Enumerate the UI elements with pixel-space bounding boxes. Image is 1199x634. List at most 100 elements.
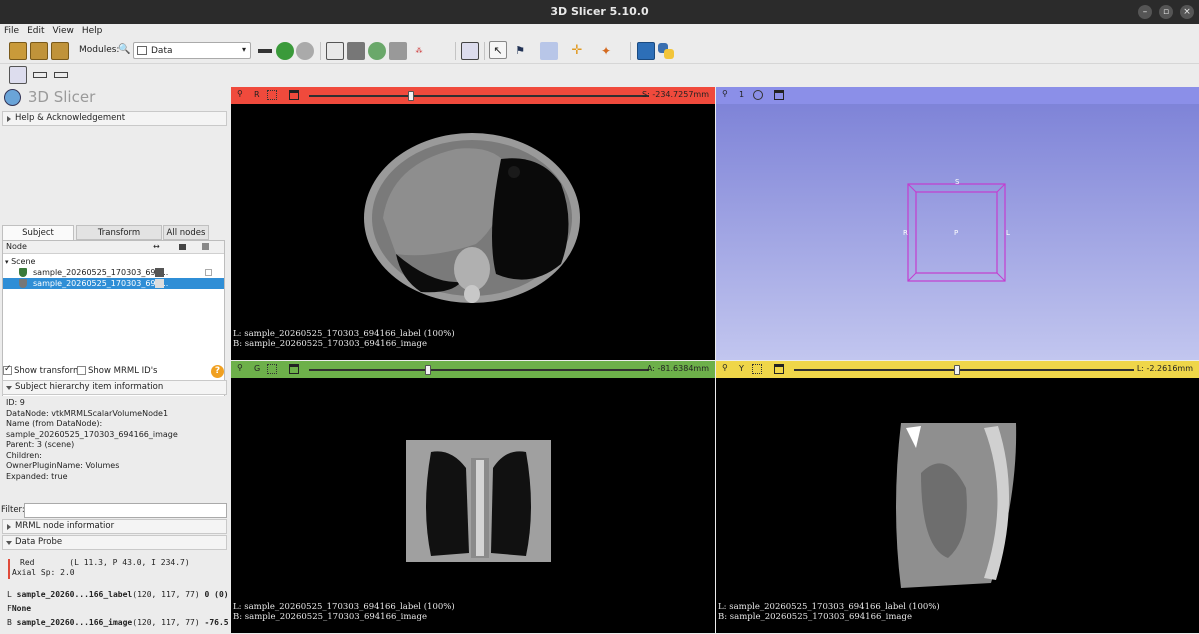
module-search-icon[interactable]: 🔍: [118, 44, 130, 55]
close-button[interactable]: ×: [1180, 5, 1194, 19]
3d-view[interactable]: ⚲ 1 S R P L: [716, 87, 1199, 360]
show-transforms-option[interactable]: Show transforms: [3, 364, 86, 376]
green-slice-view[interactable]: ⚲ G A: -81.6384mm L: sample_20260525_170…: [231, 361, 715, 633]
filter-input[interactable]: [24, 503, 227, 518]
tab-transform-hierarchy[interactable]: Transform hierarchy: [76, 225, 162, 252]
menu-help[interactable]: Help: [78, 24, 107, 38]
probe-view-row: Red (L 11.3, P 43.0, I 234.7): [20, 558, 190, 567]
subject-hierarchy-info-section[interactable]: Subject hierarchy item information: [2, 380, 227, 395]
view-label: Y: [739, 364, 744, 373]
probe-row-foreground: FNone: [7, 604, 31, 613]
probe-layer-name: sample_20260...166_label: [16, 590, 133, 599]
pointer-icon[interactable]: ↖: [489, 41, 507, 59]
menu-bar: File Edit View Help: [0, 24, 1199, 38]
tree-scene-row[interactable]: ▾ Scene: [3, 256, 224, 267]
tree-row-label-volume[interactable]: sample_20260525_170303_694...: [3, 267, 224, 278]
module-selector[interactable]: Data ▾: [133, 42, 251, 59]
segment-editor-icon[interactable]: [430, 42, 448, 60]
pin-icon[interactable]: ⚲: [237, 363, 247, 373]
tab-subject-hierarchy[interactable]: Subject hierarchy: [2, 225, 74, 252]
green-view-controller: ⚲ G A: -81.6384mm: [231, 361, 715, 378]
back-arrow-icon[interactable]: [276, 42, 294, 60]
view-link-icon[interactable]: [31, 66, 49, 84]
extensions-icon[interactable]: [637, 42, 655, 60]
models-icon[interactable]: [368, 42, 386, 60]
markups-icon[interactable]: ⁂: [410, 42, 428, 60]
minimize-button[interactable]: –: [1138, 5, 1152, 19]
help-icon[interactable]: ?: [211, 365, 224, 378]
eye-icon[interactable]: [155, 279, 164, 288]
show-mrml-ids-checkbox[interactable]: [77, 366, 86, 375]
volume-icon: [19, 279, 27, 288]
chevron-down-icon: ▾: [241, 45, 246, 54]
info-line: Parent: 3 (scene): [6, 440, 75, 449]
crosshair-view-icon[interactable]: [540, 42, 558, 60]
forward-arrow-icon[interactable]: [296, 42, 314, 60]
slicer-logo-text: 3D Slicer: [27, 88, 96, 106]
filter-label: Filter:: [1, 505, 25, 515]
tab-all-nodes[interactable]: All nodes: [163, 225, 209, 240]
visibility-column-icon: [179, 244, 186, 250]
python-icon[interactable]: [657, 42, 675, 60]
maximize-view-icon[interactable]: [774, 90, 784, 100]
menu-edit[interactable]: Edit: [23, 24, 48, 38]
pin-icon[interactable]: ⚲: [237, 89, 247, 99]
pin-icon[interactable]: ⚲: [722, 363, 732, 373]
view-label: G: [254, 364, 261, 373]
menu-view[interactable]: View: [49, 24, 78, 38]
yellow-slice-view[interactable]: ⚲ Y L: -2.2616mm L: sample_20260525_1703…: [716, 361, 1199, 633]
coronal-ct-image: [406, 440, 551, 562]
slice-offset-value: A: -81.6384mm: [646, 364, 709, 373]
slice-offset-slider[interactable]: [794, 365, 1134, 375]
slider-handle[interactable]: [408, 91, 414, 101]
save-icon[interactable]: [51, 42, 69, 60]
red-slice-view[interactable]: ⚲ R S: -234.7257mm L: sample_20260525_17…: [231, 87, 715, 360]
data-list-icon[interactable]: [326, 42, 344, 60]
menu-file[interactable]: File: [0, 24, 23, 38]
tree-row-image-volume[interactable]: sample_20260525_170303_694...: [3, 278, 224, 289]
label-layer-annotation: L: sample_20260525_170303_694166_label (…: [233, 602, 455, 612]
slice-offset-slider[interactable]: [309, 91, 649, 101]
load-data-icon[interactable]: [9, 42, 27, 60]
link-icon[interactable]: [752, 364, 762, 374]
slider-handle[interactable]: [425, 365, 431, 375]
load-dicom-icon[interactable]: [30, 42, 48, 60]
help-acknowledgement-section[interactable]: Help & Acknowledgement: [2, 111, 227, 126]
link-icon[interactable]: [267, 90, 277, 100]
module-selector-value: Data: [151, 46, 173, 56]
module-history-icon[interactable]: [256, 42, 274, 60]
probe-spacing: Axial Sp: 2.0: [12, 568, 75, 577]
maximize-view-icon[interactable]: [289, 90, 299, 100]
link-icon[interactable]: [267, 364, 277, 374]
window-title: 3D Slicer 5.10.0: [550, 5, 649, 18]
screenshot-icon[interactable]: [9, 66, 27, 84]
secondary-toolbar: [0, 64, 1199, 86]
slicer-logo-icon: [4, 88, 21, 106]
mrml-node-info-section[interactable]: MRML node informatior: [2, 519, 227, 534]
volumes-cube-icon[interactable]: [347, 42, 365, 60]
slice-offset-slider[interactable]: [309, 365, 649, 375]
layout-icon[interactable]: [461, 42, 479, 60]
maximize-button[interactable]: ▫: [1159, 5, 1173, 19]
maximize-view-icon[interactable]: [774, 364, 784, 374]
center-view-icon[interactable]: [753, 90, 763, 100]
show-transforms-checkbox[interactable]: [3, 364, 12, 375]
maximize-view-icon[interactable]: [289, 364, 299, 374]
crosshair-icon[interactable]: ✛: [568, 42, 586, 60]
data-probe-section[interactable]: Data Probe: [2, 535, 227, 550]
eye-icon[interactable]: [155, 268, 164, 277]
filter-row: Filter:: [0, 502, 230, 520]
info-line: DataNode: vtkMRMLScalarVolumeNode1: [6, 408, 169, 418]
view-label: 1: [739, 90, 745, 99]
transforms-icon[interactable]: [389, 42, 407, 60]
window-level-icon[interactable]: ⚑: [511, 42, 529, 60]
slider-handle[interactable]: [954, 365, 961, 375]
orientation-s: S: [955, 178, 960, 186]
show-mrml-ids-option[interactable]: Show MRML ID's: [77, 366, 157, 376]
pin-icon[interactable]: ⚲: [722, 89, 732, 99]
place-fiducial-icon[interactable]: ✦: [597, 42, 615, 60]
view-sync-icon[interactable]: [52, 66, 70, 84]
title-bar: 3D Slicer 5.10.0 – ▫ ×: [0, 0, 1199, 24]
item-info-panel: ID: 9 DataNode: vtkMRMLScalarVolumeNode1…: [2, 396, 227, 500]
info-line: sample_20260525_170303_694166_image: [6, 429, 178, 439]
